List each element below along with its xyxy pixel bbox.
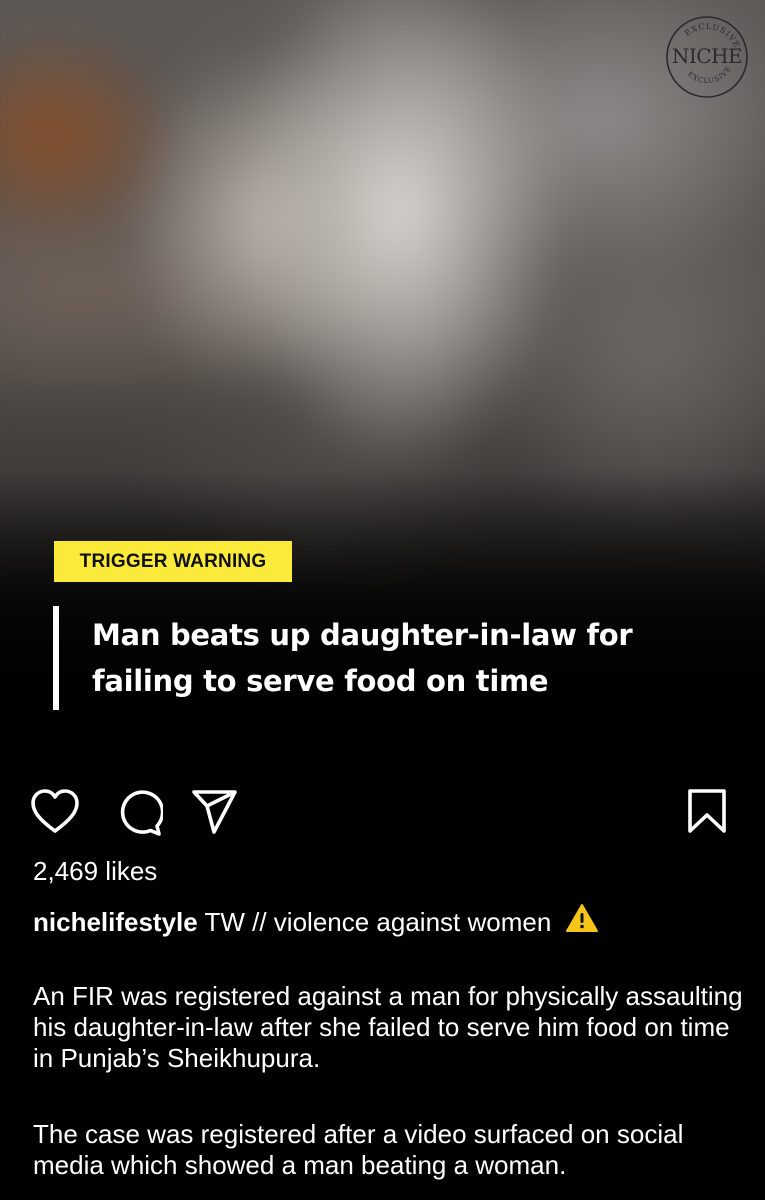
warning-icon — [565, 904, 598, 932]
bookmark-icon[interactable] — [686, 788, 728, 834]
post-image[interactable]: EXCLUSIVE NICHE EXCLUSIVE TRIGGER WARNIN… — [0, 0, 765, 770]
headline-line: Man beats up daughter-in-law for — [92, 618, 633, 652]
svg-text:NICHE: NICHE — [672, 44, 742, 68]
comment-icon[interactable] — [113, 788, 163, 838]
likes-count[interactable]: 2,469 likes — [33, 856, 157, 887]
username-link[interactable]: nichelifestyle — [33, 907, 198, 937]
post-headline: Man beats up daughter-in-law for failing… — [92, 606, 633, 710]
caption-tw-text: TW // violence against women — [197, 907, 559, 937]
heart-icon[interactable] — [30, 788, 80, 836]
niche-logo-seal: EXCLUSIVE NICHE EXCLUSIVE — [666, 16, 748, 98]
caption-paragraph: An FIR was registered against a man for … — [33, 981, 743, 1073]
trigger-warning-badge: TRIGGER WARNING — [54, 541, 292, 582]
caption-first-line: nichelifestyle TW // violence against wo… — [33, 903, 743, 938]
post-actions-bar — [0, 780, 765, 840]
caption-paragraph: The case was registered after a video su… — [33, 1119, 684, 1180]
headline-block: Man beats up daughter-in-law for failing… — [53, 606, 733, 710]
paper-plane-icon[interactable] — [190, 788, 240, 836]
headline-line: failing to serve food on time — [92, 664, 549, 698]
headline-accent-bar — [53, 606, 59, 710]
